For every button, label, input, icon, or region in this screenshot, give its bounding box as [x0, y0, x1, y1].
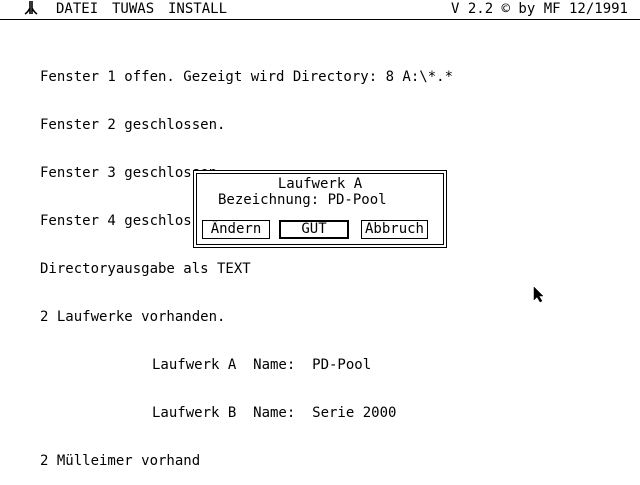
console-line: 2 Laufwerke vorhanden.	[40, 309, 226, 325]
console-line: Directoryausgabe als TEXT	[40, 261, 251, 277]
version-label: V 2.2 © by MF 12/1991	[450, 1, 628, 17]
menu-install[interactable]: INSTALL	[168, 0, 227, 19]
drive-name-dialog: Laufwerk A Bezeichnung: PD-Pool Ändern G…	[193, 170, 447, 248]
console-line: Laufwerk B Name: Serie 2000	[152, 405, 397, 421]
dialog-title: Laufwerk A	[277, 176, 363, 192]
atari-fuji-icon[interactable]	[24, 0, 38, 19]
ok-button[interactable]: GUT	[279, 220, 349, 239]
console-output: Fenster 1 offen. Gezeigt wird Directory:…	[40, 37, 453, 485]
mouse-pointer-icon	[533, 286, 545, 307]
menu-bar: DATEI TUWAS INSTALL V 2.2 © by MF 12/199…	[0, 0, 640, 20]
cancel-button[interactable]: Abbruch	[361, 220, 428, 239]
console-line: Laufwerk A Name: PD-Pool	[152, 357, 372, 373]
console-line: 2 Mülleimer vorhand	[40, 453, 201, 469]
menu-tuwas[interactable]: TUWAS	[112, 0, 154, 19]
menu-datei[interactable]: DATEI	[56, 0, 98, 19]
change-button[interactable]: Ändern	[202, 220, 270, 239]
console-line: Fenster 2 geschlossen.	[40, 117, 226, 133]
dialog-field[interactable]: Bezeichnung: PD-Pool	[218, 192, 387, 208]
console-line: Fenster 1 offen. Gezeigt wird Directory:…	[40, 69, 454, 85]
